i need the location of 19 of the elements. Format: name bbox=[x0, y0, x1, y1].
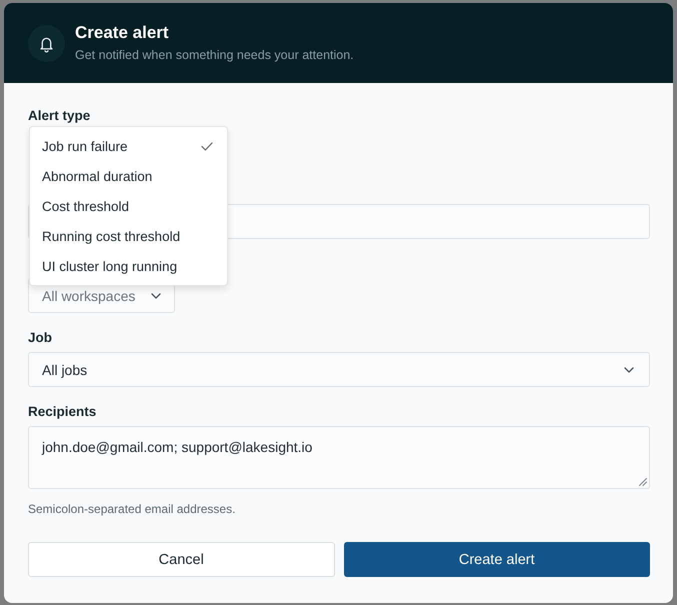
field-label: Job bbox=[28, 330, 54, 346]
field-hint: Semicolon-separated email addresses. bbox=[28, 501, 236, 517]
menu-option[interactable]: Abnormal duration bbox=[30, 161, 227, 191]
menu-option[interactable]: UI cluster long running bbox=[30, 251, 227, 281]
create-alert-button[interactable]: Create alert bbox=[344, 542, 650, 577]
job-dropdown[interactable]: All jobs bbox=[28, 352, 650, 387]
chevron-down-icon bbox=[151, 292, 161, 298]
recipients-field[interactable]: john.doe@gmail.com; support@lakesight.io bbox=[28, 426, 650, 489]
chevron-down-icon bbox=[624, 366, 634, 372]
menu-option[interactable]: Running cost threshold bbox=[30, 221, 227, 251]
dialog-subtitle: Get notified when something needs your attention. bbox=[75, 47, 354, 63]
menu-option[interactable]: Cost threshold bbox=[30, 191, 227, 221]
menu-option[interactable]: Job run failure bbox=[30, 131, 227, 161]
field-label: Recipients bbox=[28, 404, 98, 420]
dialog-title: Create alert bbox=[75, 23, 170, 43]
bell-icon bbox=[28, 24, 65, 62]
cancel-button[interactable]: Cancel bbox=[28, 542, 334, 577]
field-label: Alert type bbox=[28, 108, 92, 124]
resize-handle-icon bbox=[639, 478, 647, 486]
